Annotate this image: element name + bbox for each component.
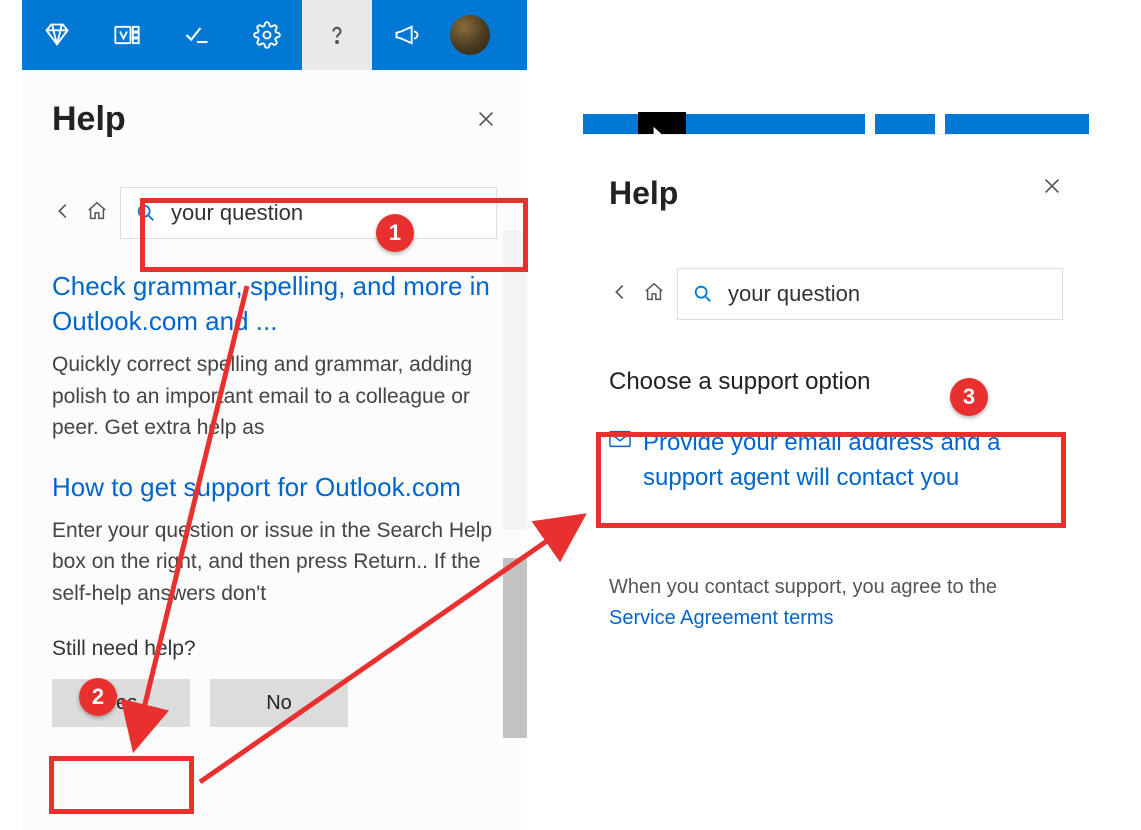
todo-icon[interactable] bbox=[162, 0, 232, 70]
panel-title: Help bbox=[609, 175, 1063, 212]
yes-button[interactable]: Yes bbox=[52, 679, 190, 727]
help-search-input[interactable] bbox=[728, 281, 1048, 307]
panel-title: Help bbox=[52, 100, 497, 139]
search-icon bbox=[692, 283, 714, 305]
mail-icon bbox=[609, 430, 631, 453]
help-panel-right: Help Choose a support option Provide you… bbox=[583, 134, 1089, 744]
callout-number: 1 bbox=[376, 214, 414, 252]
help-nav bbox=[52, 187, 497, 239]
search-icon bbox=[135, 202, 157, 224]
diamond-icon[interactable] bbox=[22, 0, 92, 70]
settings-icon[interactable] bbox=[232, 0, 302, 70]
tab-gap bbox=[865, 114, 875, 134]
tab-segment[interactable] bbox=[945, 114, 1089, 134]
result-link[interactable]: Check grammar, spelling, and more in Out… bbox=[52, 271, 490, 336]
tab-segment[interactable] bbox=[875, 114, 935, 134]
help-search-input[interactable] bbox=[171, 200, 482, 226]
email-support-link[interactable]: Provide your email address and a support… bbox=[643, 426, 1063, 496]
support-options-heading: Choose a support option bbox=[609, 368, 1063, 396]
home-icon[interactable] bbox=[643, 281, 665, 308]
back-icon[interactable] bbox=[52, 200, 74, 227]
tab-gap bbox=[935, 114, 945, 134]
help-search[interactable] bbox=[677, 268, 1063, 320]
outlook-toolbar bbox=[22, 0, 527, 70]
user-avatar[interactable] bbox=[450, 15, 490, 55]
back-icon[interactable] bbox=[609, 281, 631, 308]
scrollbar-thumb[interactable] bbox=[503, 558, 527, 738]
search-result: Check grammar, spelling, and more in Out… bbox=[52, 269, 497, 444]
help-search[interactable] bbox=[120, 187, 497, 239]
service-agreement-link[interactable]: Service Agreement terms bbox=[609, 607, 834, 629]
agreement-prefix: When you contact support, you agree to t… bbox=[609, 576, 997, 598]
email-support-option[interactable]: Provide your email address and a support… bbox=[609, 426, 1063, 496]
result-link[interactable]: How to get support for Outlook.com bbox=[52, 472, 461, 502]
scrollbar-track[interactable] bbox=[503, 230, 527, 530]
close-icon[interactable] bbox=[475, 108, 497, 135]
still-help-buttons: Yes No bbox=[52, 679, 497, 727]
close-icon[interactable] bbox=[1041, 175, 1063, 202]
tab-dark bbox=[638, 112, 686, 134]
still-need-help-label: Still need help? bbox=[52, 637, 497, 661]
help-panel-left: Help Check grammar, spelling, and more i… bbox=[22, 70, 527, 830]
help-icon[interactable] bbox=[302, 0, 372, 70]
result-snippet: Enter your question or issue in the Sear… bbox=[52, 515, 497, 610]
search-result: How to get support for Outlook.com Enter… bbox=[52, 470, 497, 610]
megaphone-icon[interactable] bbox=[372, 0, 442, 70]
result-snippet: Quickly correct spelling and grammar, ad… bbox=[52, 349, 497, 444]
callout-number: 3 bbox=[950, 378, 988, 416]
search-results: Check grammar, spelling, and more in Out… bbox=[52, 269, 497, 609]
callout-number: 2 bbox=[79, 678, 117, 716]
tab-segment[interactable] bbox=[583, 114, 865, 134]
onenote-icon[interactable] bbox=[92, 0, 162, 70]
agreement-text: When you contact support, you agree to t… bbox=[609, 572, 1063, 634]
help-nav bbox=[609, 268, 1063, 320]
no-button[interactable]: No bbox=[210, 679, 348, 727]
home-icon[interactable] bbox=[86, 200, 108, 227]
